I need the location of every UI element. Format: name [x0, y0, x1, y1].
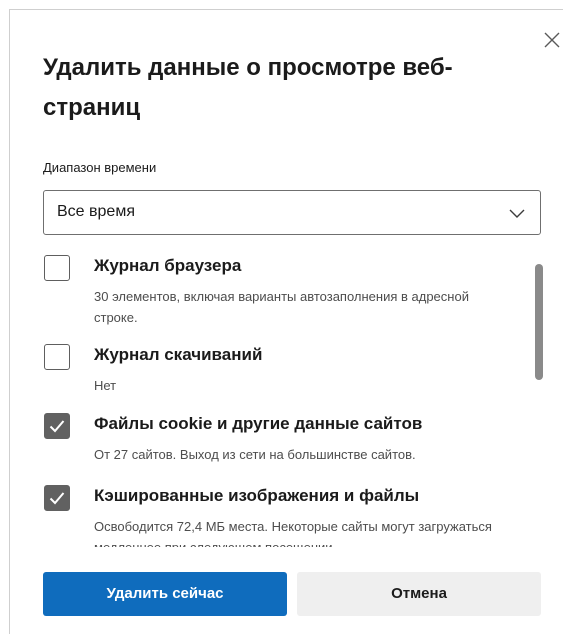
checkmark-icon: [49, 420, 65, 433]
clear-browsing-data-dialog: Удалить данные о просмотре веб-страниц Д…: [9, 9, 563, 634]
close-button[interactable]: [538, 26, 563, 54]
item-description: 30 элементов, включая варианты автозапол…: [94, 289, 469, 325]
dialog-title: Удалить данные о просмотре веб-страниц: [43, 54, 453, 121]
time-range-value: Все время: [57, 203, 135, 220]
delete-now-button[interactable]: Удалить сейчас: [43, 572, 287, 616]
cancel-button[interactable]: Отмена: [297, 572, 541, 616]
item-description: Нет: [94, 378, 117, 393]
chevron-down-icon: [509, 209, 525, 218]
time-range-label: Диапазон времени: [43, 160, 157, 175]
download-history-checkbox[interactable]: [44, 344, 70, 370]
item-description: Освободится 72,4 МБ места. Некоторые сай…: [94, 519, 492, 547]
checkmark-icon: [49, 492, 65, 505]
browser-history-checkbox[interactable]: [44, 255, 70, 281]
item-title: Журнал браузера: [94, 256, 242, 275]
close-icon: [544, 32, 560, 48]
item-title: Кэшированные изображения и файлы: [94, 486, 420, 505]
item-description: От 27 сайтов. Выход из сети на большинст…: [94, 447, 416, 462]
item-title: Файлы cookie и другие данные сайтов: [94, 414, 423, 433]
cached-files-checkbox[interactable]: [44, 485, 70, 511]
cookies-checkbox[interactable]: [44, 413, 70, 439]
data-types-list: Журнал браузера 30 элементов, включая ва…: [43, 255, 553, 547]
list-scrollbar[interactable]: [535, 264, 543, 380]
item-title: Журнал скачиваний: [94, 345, 263, 364]
time-range-select[interactable]: Все время: [43, 190, 541, 235]
